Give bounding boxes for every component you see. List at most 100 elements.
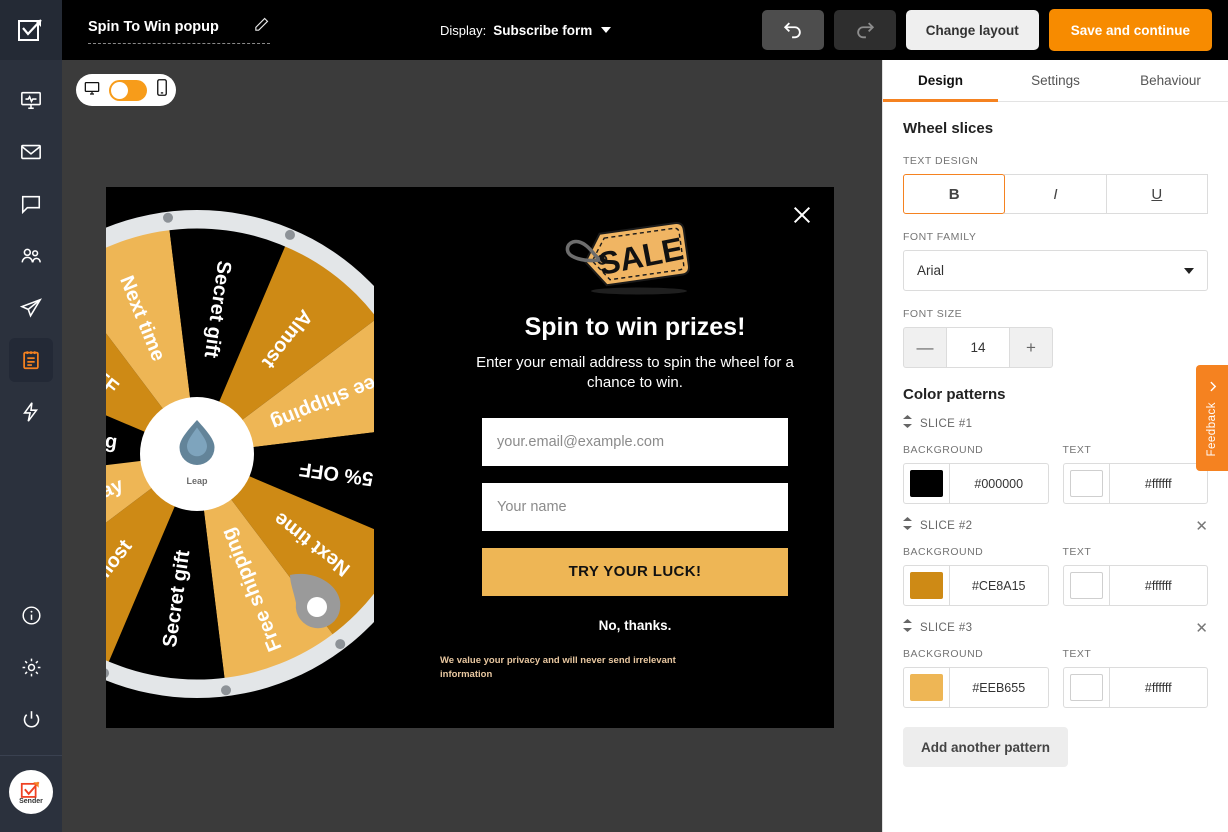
power-icon[interactable] <box>9 697 53 741</box>
save-and-continue-button[interactable]: Save and continue <box>1048 9 1212 51</box>
slice-header: SLICE #1 <box>903 415 1208 433</box>
text-color-label: TEXT <box>1062 546 1092 558</box>
no-thanks-link[interactable]: No, thanks. <box>436 618 834 633</box>
try-your-luck-button[interactable]: TRY YOUR LUCK! <box>482 547 788 596</box>
desktop-icon[interactable] <box>84 80 100 101</box>
color-patterns-title: Color patterns <box>903 386 1006 403</box>
add-another-pattern-button[interactable]: Add another pattern <box>903 727 1069 767</box>
sidebar-item-email[interactable] <box>9 130 53 174</box>
tab-settings[interactable]: Settings <box>998 60 1113 101</box>
settings-gear-icon[interactable] <box>9 645 53 689</box>
sender-brand-badge[interactable]: Sender <box>9 770 53 814</box>
chevron-down-icon <box>601 27 612 33</box>
slice-colors: BACKGROUND #CE8A15 TEXT #ffffff <box>903 546 1208 606</box>
color-swatch[interactable] <box>1069 674 1103 701</box>
drag-handle-icon[interactable] <box>903 619 912 637</box>
name-field[interactable] <box>482 482 788 531</box>
background-label: BACKGROUND <box>903 444 984 456</box>
background-label: BACKGROUND <box>903 546 984 558</box>
popup-preview: Free shipping15% OFFNext timeSecret gift… <box>106 187 834 728</box>
drag-handle-icon[interactable] <box>903 415 912 433</box>
color-swatch[interactable] <box>1069 470 1103 497</box>
svg-text:Leap: Leap <box>186 476 208 486</box>
color-swatch[interactable] <box>910 572 943 599</box>
font-size-stepper: — 14 + <box>903 327 1053 368</box>
slice-colors: BACKGROUND #EEB655 TEXT #ffffff <box>903 648 1208 708</box>
sidebar-item-chat[interactable] <box>9 182 53 226</box>
chevron-right-icon <box>1206 380 1219 398</box>
color-swatch[interactable] <box>910 674 943 701</box>
italic-button[interactable]: I <box>1004 174 1107 214</box>
background-color-input[interactable]: #EEB655 <box>903 667 1049 708</box>
slice-name: SLICE #1 <box>920 418 973 430</box>
display-label: Display: <box>440 22 487 38</box>
wheel-pointer <box>290 573 341 629</box>
background-color-value: #EEB655 <box>972 680 1026 695</box>
tab-design[interactable]: Design <box>883 60 998 102</box>
display-value: Subscribe form <box>493 22 593 38</box>
remove-slice-icon[interactable]: ✕ <box>1195 519 1208 534</box>
wheel-stud <box>221 685 231 696</box>
bold-button[interactable]: B <box>903 174 1006 214</box>
background-label: BACKGROUND <box>903 648 984 660</box>
sidebar-item-automation[interactable] <box>9 390 53 434</box>
toolbar-actions: Change layout Save and continue <box>761 9 1212 51</box>
left-sidebar: Sender <box>0 0 62 832</box>
feedback-label: Feedback <box>1206 401 1218 457</box>
feedback-tab[interactable]: Feedback <box>1196 365 1228 471</box>
slice-name: SLICE #2 <box>920 520 973 532</box>
sidebar-item-dashboard[interactable] <box>9 78 53 122</box>
sale-tag-icon: SALE <box>436 215 834 297</box>
brand-label: Sender <box>19 797 43 805</box>
sidebar-item-audience[interactable] <box>9 234 53 278</box>
device-preview-toggle[interactable] <box>76 74 176 106</box>
text-color-input[interactable]: #ffffff <box>1062 565 1208 606</box>
section-title: Wheel slices <box>903 120 994 137</box>
font-family-select[interactable]: Arial <box>903 250 1208 291</box>
sidebar-item-campaigns[interactable] <box>9 286 53 330</box>
slice-header: SLICE #3 ✕ <box>903 619 1208 637</box>
font-size-label: FONT SIZE <box>903 308 963 320</box>
wheel-stud <box>284 229 295 240</box>
sidebar-divider <box>0 755 62 756</box>
slice-name: SLICE #3 <box>920 622 973 634</box>
sender-logo-icon[interactable] <box>0 0 62 60</box>
font-size-value[interactable]: 14 <box>946 327 1010 368</box>
text-color-input[interactable]: #ffffff <box>1062 667 1208 708</box>
font-size-decrease[interactable]: — <box>903 327 947 368</box>
font-family-label: FONT FAMILY <box>903 231 977 243</box>
font-size-increase[interactable]: + <box>1009 327 1053 368</box>
email-field[interactable] <box>482 417 788 466</box>
text-color-label: TEXT <box>1062 648 1092 660</box>
font-family-value: Arial <box>917 263 945 278</box>
wheel-stud <box>335 639 346 650</box>
wheel-stud <box>163 212 173 223</box>
panel-body: Wheel slices TEXT DESIGN B I U FONT FAMI… <box>883 102 1228 767</box>
text-color-value: #ffffff <box>1144 578 1172 593</box>
drag-handle-icon[interactable] <box>903 517 912 535</box>
document-title-group[interactable]: Spin To Win popup <box>88 16 270 44</box>
change-layout-button[interactable]: Change layout <box>905 10 1039 50</box>
spin-wheel[interactable]: Free shipping15% OFFNext timeSecret gift… <box>106 204 422 704</box>
background-color-input[interactable]: #CE8A15 <box>903 565 1049 606</box>
color-swatch[interactable] <box>910 470 943 497</box>
background-color-input[interactable]: #000000 <box>903 463 1049 504</box>
text-color-input[interactable]: #ffffff <box>1062 463 1208 504</box>
privacy-note: We value your privacy and will never sen… <box>440 654 676 680</box>
mobile-icon[interactable] <box>156 79 168 101</box>
background-color-value: #CE8A15 <box>971 578 1026 593</box>
tab-behaviour[interactable]: Behaviour <box>1113 60 1228 101</box>
redo-button[interactable] <box>833 10 896 50</box>
chevron-down-icon <box>1184 267 1194 274</box>
color-swatch[interactable] <box>1069 572 1103 599</box>
undo-button[interactable] <box>761 10 824 50</box>
remove-slice-icon[interactable]: ✕ <box>1195 621 1208 636</box>
sidebar-bottom: Sender <box>0 589 62 832</box>
sidebar-item-forms[interactable] <box>9 338 53 382</box>
info-icon[interactable] <box>9 593 53 637</box>
underline-button[interactable]: U <box>1105 174 1208 214</box>
switch-knob <box>111 81 128 99</box>
device-switch[interactable] <box>109 79 147 101</box>
pencil-icon[interactable] <box>253 16 270 38</box>
display-selector[interactable]: Display: Subscribe form <box>440 22 612 38</box>
